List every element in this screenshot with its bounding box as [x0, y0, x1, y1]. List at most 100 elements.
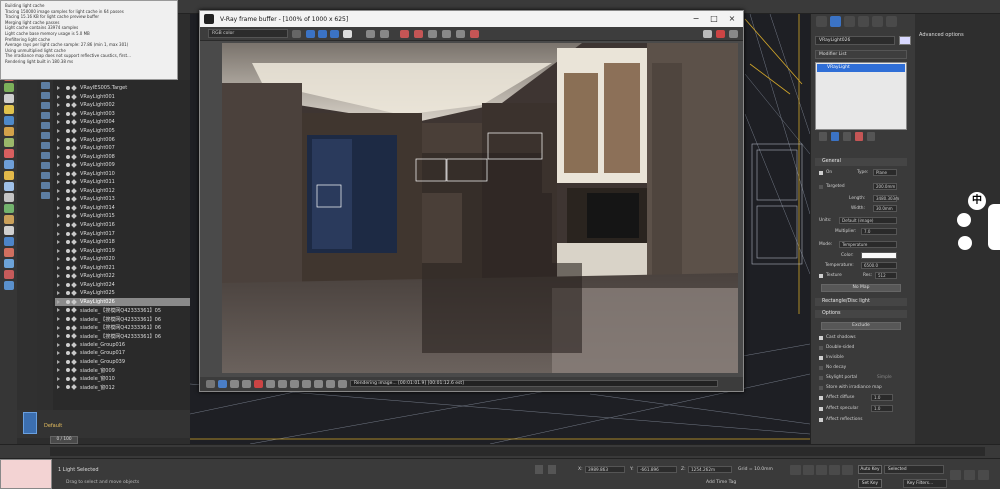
visibility-icon[interactable] [66, 129, 70, 133]
wave-icon[interactable] [3, 182, 14, 191]
target-distance-spinner[interactable]: 200.0mm [873, 183, 897, 190]
visibility-icon[interactable] [66, 137, 70, 142]
scene-list-item[interactable]: VRayLight025 [55, 289, 190, 298]
filter-geometry-icon[interactable] [40, 82, 50, 89]
close-icon[interactable]: × [726, 13, 738, 25]
expand-icon[interactable] [57, 205, 60, 210]
visibility-icon[interactable] [66, 86, 70, 91]
scene-list-item[interactable]: VRayLight004 [55, 118, 190, 127]
ime-skin-icon[interactable] [958, 236, 972, 250]
expand-icon[interactable] [57, 299, 60, 304]
filter-bones-icon[interactable] [40, 162, 50, 169]
no-decay-check[interactable] [819, 365, 823, 370]
visibility-icon[interactable] [66, 214, 70, 219]
light-icon[interactable] [3, 105, 14, 114]
affect-specular-spinner[interactable]: 1.0 [871, 405, 893, 412]
type-dropdown[interactable]: Plane [873, 169, 897, 176]
expand-icon[interactable] [57, 248, 60, 253]
spacewarp-icon[interactable] [3, 138, 14, 147]
store-irradiance-checkbox[interactable]: Store with irradiance map [819, 385, 882, 390]
tree-icon[interactable] [3, 204, 14, 213]
ime-settings-icon[interactable] [957, 213, 971, 227]
skylight-portal-check[interactable] [819, 375, 823, 380]
pan-icon[interactable] [964, 470, 975, 480]
skylight-portal-checkbox[interactable]: Skylight portal [819, 375, 857, 380]
scene-list-item[interactable]: siadele_【搜模网Q42333361】06 [55, 332, 190, 341]
green-channel-icon[interactable] [318, 30, 327, 38]
history-icon[interactable] [428, 30, 437, 38]
systems-icon[interactable] [3, 149, 14, 158]
clear-icon[interactable] [703, 30, 712, 38]
show-end-result-icon[interactable] [831, 132, 839, 141]
visibility-icon[interactable] [66, 231, 70, 236]
geometry-icon[interactable] [3, 160, 14, 169]
expand-icon[interactable] [57, 120, 60, 125]
play-icon[interactable] [816, 465, 827, 475]
scene-list-item[interactable]: siadele_Group039 [55, 358, 190, 367]
filter-warps-icon[interactable] [40, 132, 50, 139]
add-time-tag[interactable]: Add Time Tag [706, 480, 736, 485]
scene-list-item[interactable]: siadele_窗009 [55, 366, 190, 375]
status-icon-8[interactable] [290, 380, 299, 388]
status-icon-4[interactable] [242, 380, 251, 388]
visibility-icon[interactable] [66, 325, 70, 330]
key-selection-dropdown[interactable]: Selected [884, 465, 944, 474]
exclude-button[interactable]: Exclude [821, 322, 901, 330]
box-icon[interactable] [3, 281, 14, 290]
affect-specular-checkbox[interactable]: Affect specular [819, 406, 858, 411]
scene-list-item[interactable]: siadele_窗012 [55, 383, 190, 392]
expand-icon[interactable] [57, 240, 60, 245]
channel-select[interactable]: RGB color [208, 29, 288, 38]
scene-list-item[interactable]: VRayLight014 [55, 204, 190, 213]
visibility-icon[interactable] [66, 265, 70, 270]
region-icon[interactable] [400, 30, 409, 38]
scene-list-item[interactable]: VRayLight007 [55, 144, 190, 153]
scene-list-item[interactable]: VRayLight015 [55, 212, 190, 221]
expand-icon[interactable] [57, 325, 60, 330]
expand-icon[interactable] [57, 163, 60, 168]
advanced-options-header[interactable]: Advanced options [915, 32, 1000, 42]
hierarchy-tab-icon[interactable] [844, 16, 855, 27]
ime-toolbar[interactable] [988, 204, 1000, 250]
shape-icon[interactable] [3, 248, 14, 257]
status-icon-1[interactable] [206, 380, 215, 388]
scene-list-item[interactable]: siadele_【搜模网Q42333361】06 [55, 315, 190, 324]
affect-reflections-checkbox[interactable]: Affect reflections [819, 417, 862, 422]
expand-icon[interactable] [57, 171, 60, 176]
expand-icon[interactable] [57, 257, 60, 262]
red-channel-icon[interactable] [306, 30, 315, 38]
expand-icon[interactable] [57, 146, 60, 151]
x-coordinate[interactable]: 3989.863 [585, 466, 625, 473]
on-check[interactable] [819, 170, 823, 175]
visibility-icon[interactable] [66, 282, 70, 287]
expand-icon[interactable] [57, 376, 60, 381]
visibility-icon[interactable] [66, 308, 70, 313]
redbox-icon[interactable] [3, 270, 14, 279]
visibility-icon[interactable] [66, 180, 70, 185]
affect-reflections-check[interactable] [819, 417, 823, 422]
orbit-icon[interactable] [978, 470, 989, 480]
expand-icon[interactable] [57, 129, 60, 133]
make-unique-icon[interactable] [843, 132, 851, 141]
expand-icon[interactable] [57, 197, 60, 202]
expand-icon[interactable] [57, 334, 60, 339]
hand-icon[interactable] [3, 215, 14, 224]
texture-checkbox[interactable]: Texture [819, 273, 842, 278]
color-swatch[interactable] [861, 252, 897, 259]
key-filters-button[interactable]: Key Filters... [903, 479, 947, 488]
modifier-list-dropdown[interactable]: Modifier List [815, 50, 907, 59]
object-color-swatch[interactable] [899, 36, 911, 45]
scene-list-item[interactable]: VRayLight005 [55, 127, 190, 136]
no-decay-checkbox[interactable]: No decay [819, 365, 846, 370]
expand-icon[interactable] [57, 265, 60, 270]
filter-invert-icon[interactable] [40, 192, 50, 199]
status-icon-7[interactable] [278, 380, 287, 388]
figure-icon[interactable] [3, 226, 14, 235]
create-tab-icon[interactable] [816, 16, 827, 27]
configure-sets-icon[interactable] [867, 132, 875, 141]
object-name-field[interactable]: VRayLight026 [815, 36, 895, 45]
scene-list-item[interactable]: VRayLight003 [55, 110, 190, 119]
expand-icon[interactable] [57, 351, 60, 356]
visibility-icon[interactable] [66, 334, 70, 339]
width-spinner[interactable]: 30.0mm [873, 205, 897, 212]
